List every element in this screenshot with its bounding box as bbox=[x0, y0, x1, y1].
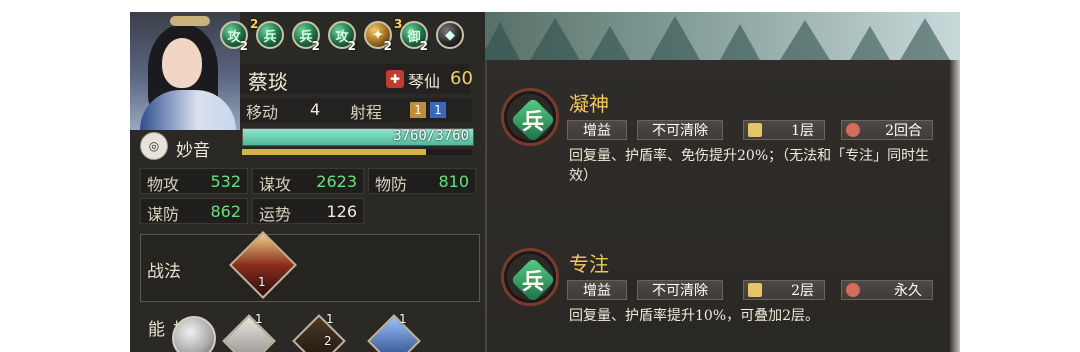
stat-label: 谋防 bbox=[147, 205, 180, 224]
tactic-count: 1 bbox=[258, 275, 266, 289]
badge-attack-2[interactable]: 攻 2 bbox=[328, 21, 356, 53]
hero-level: 60 bbox=[450, 68, 473, 89]
stat-value: 810 bbox=[438, 172, 469, 191]
effect-card-1: 兵 凝神 增益 不可清除 1层 2回合 回复量、护盾率、免伤提升20%；（无法和… bbox=[495, 88, 950, 198]
effect-1-duration: 2回合 bbox=[841, 120, 933, 140]
badge-glyph: 兵 bbox=[263, 29, 277, 45]
move-label: 移动 bbox=[246, 103, 279, 122]
stat-strategy-attack: 谋攻 2623 bbox=[252, 168, 364, 194]
effect-2-tag-buff: 增益 bbox=[567, 280, 627, 300]
badge-gold-emblem[interactable]: ✦ 2 bbox=[364, 21, 392, 53]
stat-label: 物攻 bbox=[147, 175, 180, 194]
stat-physical-attack: 物攻 532 bbox=[140, 168, 248, 194]
stat-label: 运势 bbox=[259, 205, 292, 224]
badge-count: 2 bbox=[311, 39, 320, 53]
badge-top-count: 3 bbox=[394, 17, 403, 31]
range-label: 射程 bbox=[350, 103, 383, 122]
right-edge-shadow bbox=[950, 60, 960, 352]
effect-1-stacks-text: 1层 bbox=[791, 123, 814, 139]
stamina-bar-fill bbox=[242, 149, 426, 155]
stat-physical-defense: 物防 810 bbox=[368, 168, 476, 194]
effect-1-tag-undispellable: 不可清除 bbox=[637, 120, 723, 140]
hero-role: 琴仙 bbox=[408, 72, 441, 91]
column-divider bbox=[485, 60, 487, 352]
hero-name: 蔡琰 bbox=[248, 70, 288, 94]
badge-glyph: 攻 bbox=[335, 29, 349, 45]
effect-2-stacks-text: 2层 bbox=[791, 283, 814, 299]
role-shield-icon: ✚ bbox=[386, 70, 404, 88]
hp-bar: 3760/3760 bbox=[242, 128, 474, 146]
badge-top-count: 2 bbox=[250, 17, 259, 31]
hero-name-row: 蔡琰 ✚ 琴仙 60 bbox=[240, 64, 473, 94]
effect-1-duration-text: 2回合 bbox=[885, 123, 922, 139]
badge-count: 2 bbox=[239, 39, 248, 53]
skill-slot-2-count: 1 bbox=[326, 312, 334, 326]
effect-2-title: 专注 bbox=[569, 252, 609, 276]
effect-2-description: 回复量、护盾率提升10%，可叠加2层。 bbox=[569, 308, 820, 324]
range-value-a: 1 bbox=[410, 102, 426, 118]
gold-emblem-icon: ✦ bbox=[372, 27, 384, 43]
badge-glyph: 御 bbox=[407, 29, 421, 45]
effect-2-glyph: 兵 bbox=[521, 269, 544, 295]
portrait-face bbox=[162, 38, 202, 88]
portrait-hairpin bbox=[170, 16, 210, 26]
stack-icon bbox=[748, 283, 762, 297]
stat-value: 532 bbox=[210, 172, 241, 191]
effect-2-duration-text: 永久 bbox=[894, 283, 922, 299]
stat-value: 126 bbox=[326, 202, 357, 221]
effect-1-glyph: 兵 bbox=[521, 109, 544, 135]
effect-2-icon: 兵 bbox=[501, 248, 559, 306]
movement-range-row: 移动 4 射程 1 1 bbox=[240, 98, 472, 122]
badge-defense[interactable]: 3 御 2 bbox=[394, 17, 428, 53]
badge-count: 2 bbox=[347, 39, 356, 53]
stat-luck: 运势 126 bbox=[252, 198, 364, 224]
badge-glyph: 兵 bbox=[299, 29, 313, 45]
skill-slot-2-inner-count: 2 bbox=[324, 334, 332, 348]
character-detail-panel: 攻 2 2 兵 兵 2 攻 2 ✦ 2 3 御 2 ◆ 蔡琰 ✚ 琴仙 60 移… bbox=[130, 12, 960, 352]
stat-value: 2623 bbox=[316, 172, 357, 191]
move-value: 4 bbox=[310, 100, 321, 119]
duration-icon bbox=[846, 123, 860, 137]
stack-icon bbox=[748, 123, 762, 137]
forest-background bbox=[480, 16, 950, 60]
dark-emblem-icon: ◆ bbox=[445, 27, 455, 43]
effect-2-duration: 永久 bbox=[841, 280, 933, 300]
effect-1-icon: 兵 bbox=[501, 88, 559, 146]
skill-slot-1-count: 1 bbox=[255, 312, 263, 326]
stat-strategy-defense: 谋防 862 bbox=[140, 198, 248, 224]
badge-soldier-2[interactable]: 兵 2 bbox=[292, 21, 320, 53]
duration-icon bbox=[846, 283, 860, 297]
effect-1-tag-buff: 增益 bbox=[567, 120, 627, 140]
effect-1-stacks: 1层 bbox=[743, 120, 825, 140]
badge-count: 2 bbox=[419, 39, 428, 53]
effect-card-2: 兵 专注 增益 不可清除 2层 永久 回复量、护盾率提升10%，可叠加2层。 bbox=[495, 248, 950, 348]
range-value-b: 1 bbox=[430, 102, 446, 118]
hero-title: 妙音 bbox=[176, 141, 210, 161]
stamina-bar bbox=[242, 149, 472, 155]
status-badges: 攻 2 2 兵 兵 2 攻 2 ✦ 2 3 御 2 ◆ bbox=[220, 17, 464, 53]
title-emblem-icon: ◎ bbox=[140, 132, 168, 160]
hp-text: 3760/3760 bbox=[393, 128, 469, 144]
stat-label: 谋攻 bbox=[259, 175, 292, 194]
badge-count: 2 bbox=[383, 39, 392, 53]
tactic-section: 战法 1 bbox=[140, 231, 480, 302]
skill-avatar-icon[interactable] bbox=[172, 316, 216, 352]
effect-1-title: 凝神 bbox=[569, 92, 609, 116]
stat-label: 物防 bbox=[375, 175, 408, 194]
badge-attack-1[interactable]: 攻 2 bbox=[220, 21, 248, 53]
effect-2-tag-undispellable: 不可清除 bbox=[637, 280, 723, 300]
badge-dark-emblem[interactable]: ◆ bbox=[436, 21, 464, 49]
skill-slot-3-count: 1 bbox=[399, 312, 407, 326]
effect-1-description: 回复量、护盾率、免伤提升20%；（无法和「专注」同时生效） bbox=[569, 148, 930, 184]
badge-glyph: 攻 bbox=[227, 29, 241, 45]
stat-value: 862 bbox=[210, 202, 241, 221]
tactic-label: 战法 bbox=[147, 262, 181, 282]
effect-2-stacks: 2层 bbox=[743, 280, 825, 300]
badge-soldier-1[interactable]: 2 兵 bbox=[250, 17, 284, 49]
